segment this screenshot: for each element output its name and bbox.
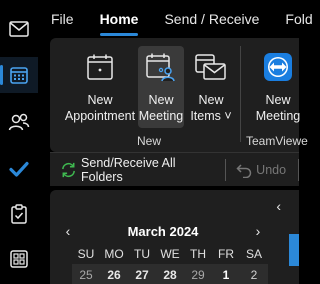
meeting-icon	[146, 53, 175, 82]
tab-folder[interactable]: Fold	[272, 0, 320, 38]
new-items-line1: New	[198, 93, 224, 107]
calendar-day[interactable]: 28	[156, 264, 184, 284]
calendar-month-title: March 2024	[127, 223, 199, 239]
group-label-teamviewer: TeamViewe	[246, 134, 308, 148]
calendar-header: ‹ March 2024 ›	[58, 220, 268, 242]
teamviewer-meeting-line2: Meeting	[255, 109, 301, 123]
day-of-week: SA	[245, 247, 262, 261]
collapse-pane-button[interactable]: ‹	[276, 198, 281, 214]
calendar-day[interactable]: 26	[100, 264, 128, 284]
undo-label: Undo	[256, 162, 287, 177]
calendar-day[interactable]: 1	[212, 264, 240, 284]
date-navigator-pane: ‹ ‹ March 2024 › SU MO TU WE TH FR SA 25…	[50, 190, 299, 284]
day-of-week: WE	[160, 247, 180, 261]
navigation-rail	[0, 0, 38, 284]
day-of-week: TH	[190, 247, 206, 261]
calendar-day[interactable]: 27	[128, 264, 156, 284]
calendar-day[interactable]: 29	[184, 264, 212, 284]
sync-icon	[62, 162, 75, 177]
calendar-day[interactable]: 2	[240, 264, 268, 284]
tasks-nav[interactable]	[0, 196, 38, 232]
new-appointment-line2: Appointment	[64, 109, 136, 123]
people-nav[interactable]	[0, 104, 38, 140]
days-of-week-row: SU MO TU WE TH FR SA	[72, 244, 268, 264]
undo-icon	[236, 163, 252, 178]
people-icon	[8, 113, 30, 131]
day-of-week: FR	[218, 247, 234, 261]
previous-month-button[interactable]: ‹	[58, 223, 78, 239]
apps-nav[interactable]	[0, 241, 38, 277]
day-of-week: MO	[104, 247, 124, 261]
new-appointment-line1: New	[87, 93, 113, 107]
todo-nav[interactable]	[0, 151, 38, 187]
teamviewer-icon	[264, 53, 292, 81]
tab-file[interactable]: File	[38, 0, 87, 38]
calendar-nav[interactable]	[0, 57, 38, 93]
ribbon-separator	[240, 46, 241, 142]
next-month-button[interactable]: ›	[248, 223, 268, 239]
todo-check-icon	[9, 161, 29, 177]
new-items-icon	[195, 54, 226, 80]
new-meeting-line2: Meeting	[138, 109, 184, 123]
tab-send-receive[interactable]: Send / Receive	[151, 0, 272, 38]
mail-icon	[9, 21, 29, 37]
new-meeting-line1: New	[148, 93, 174, 107]
send-receive-all-button[interactable]: Send/Receive All Folders	[60, 156, 213, 184]
new-items-button[interactable]: New Items ˅	[188, 46, 234, 128]
calendar-week-row: 25 26 27 28 29 1 2	[72, 264, 268, 284]
calendar-day[interactable]: 25	[72, 264, 100, 284]
group-label-new: New	[137, 134, 162, 148]
day-of-week: SU	[77, 247, 95, 261]
calendar-grid: SU MO TU WE TH FR SA 25 26 27 28 29 1 2	[72, 244, 268, 284]
day-of-week: TU	[134, 247, 150, 261]
quick-actions-bar: Send/Receive All Folders Undo	[50, 152, 300, 186]
new-appointment-button[interactable]: New Appointment	[58, 46, 142, 128]
quick-bar-separator	[225, 158, 227, 181]
mail-nav[interactable]	[0, 11, 38, 47]
teamviewer-meeting-line1: New	[265, 93, 291, 107]
ribbon-tabs: File Home Send / Receive Fold	[38, 0, 313, 38]
apps-icon	[10, 250, 28, 268]
calendar-icon	[10, 67, 28, 84]
clipboard-icon	[11, 204, 27, 224]
appointment-icon	[87, 54, 113, 80]
quick-bar-separator	[298, 158, 300, 181]
tab-home[interactable]: Home	[87, 0, 152, 38]
undo-button[interactable]: Undo	[236, 162, 286, 178]
teamviewer-meeting-button[interactable]: New Meeting	[250, 46, 306, 128]
send-receive-all-label: Send/Receive All Folders	[81, 155, 176, 184]
side-panel-tab[interactable]	[289, 234, 299, 266]
new-items-line2: Items ˅	[190, 109, 232, 123]
ribbon: New Appointment New Meeting New Items ˅ New…	[50, 38, 308, 152]
new-meeting-button[interactable]: New Meeting	[138, 46, 184, 128]
